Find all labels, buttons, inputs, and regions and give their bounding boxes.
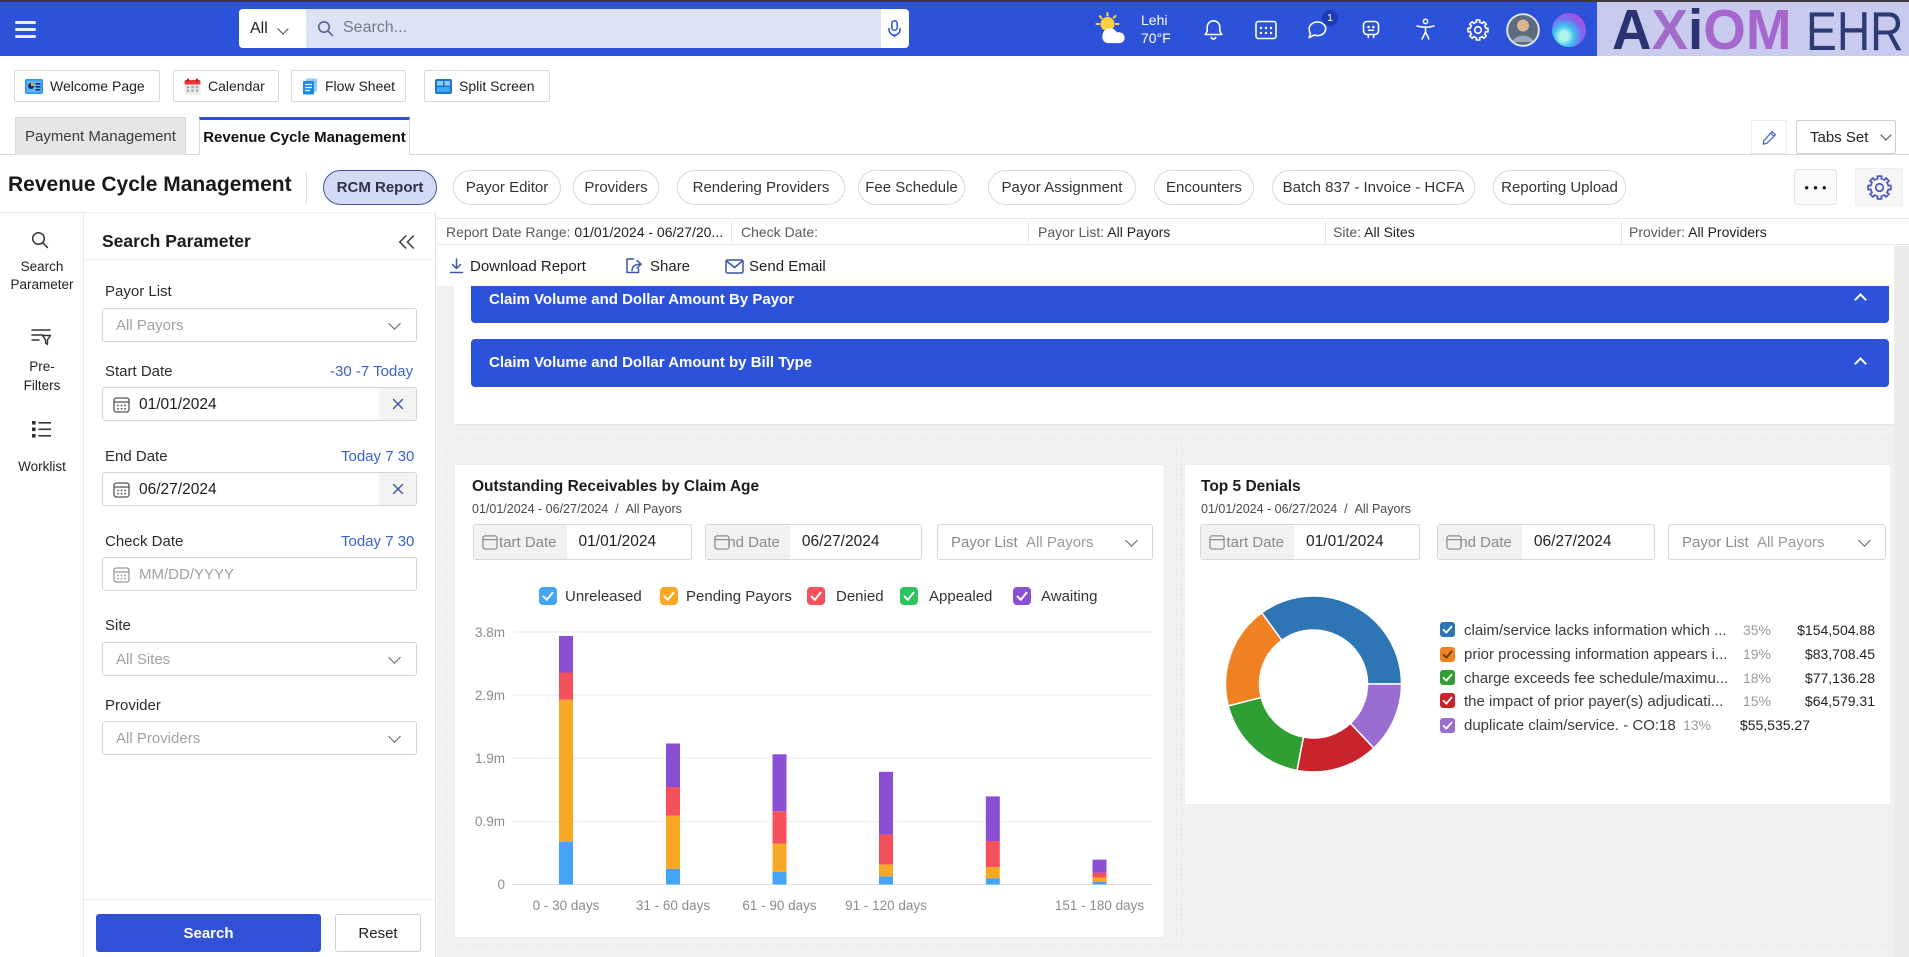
svg-text:0.9m: 0.9m bbox=[475, 814, 505, 829]
svg-text:1.9m: 1.9m bbox=[475, 751, 505, 766]
svg-text:2.9m: 2.9m bbox=[475, 688, 505, 703]
svg-text:0 - 30 days: 0 - 30 days bbox=[533, 898, 600, 913]
svg-text:0: 0 bbox=[497, 877, 505, 892]
svg-text:91 - 120 days: 91 - 120 days bbox=[845, 898, 927, 913]
svg-text:151 - 180 days: 151 - 180 days bbox=[1055, 898, 1145, 913]
svg-text:31 - 60 days: 31 - 60 days bbox=[636, 898, 711, 913]
svg-text:61 - 90 days: 61 - 90 days bbox=[742, 898, 817, 913]
svg-text:3.8m: 3.8m bbox=[475, 625, 505, 640]
